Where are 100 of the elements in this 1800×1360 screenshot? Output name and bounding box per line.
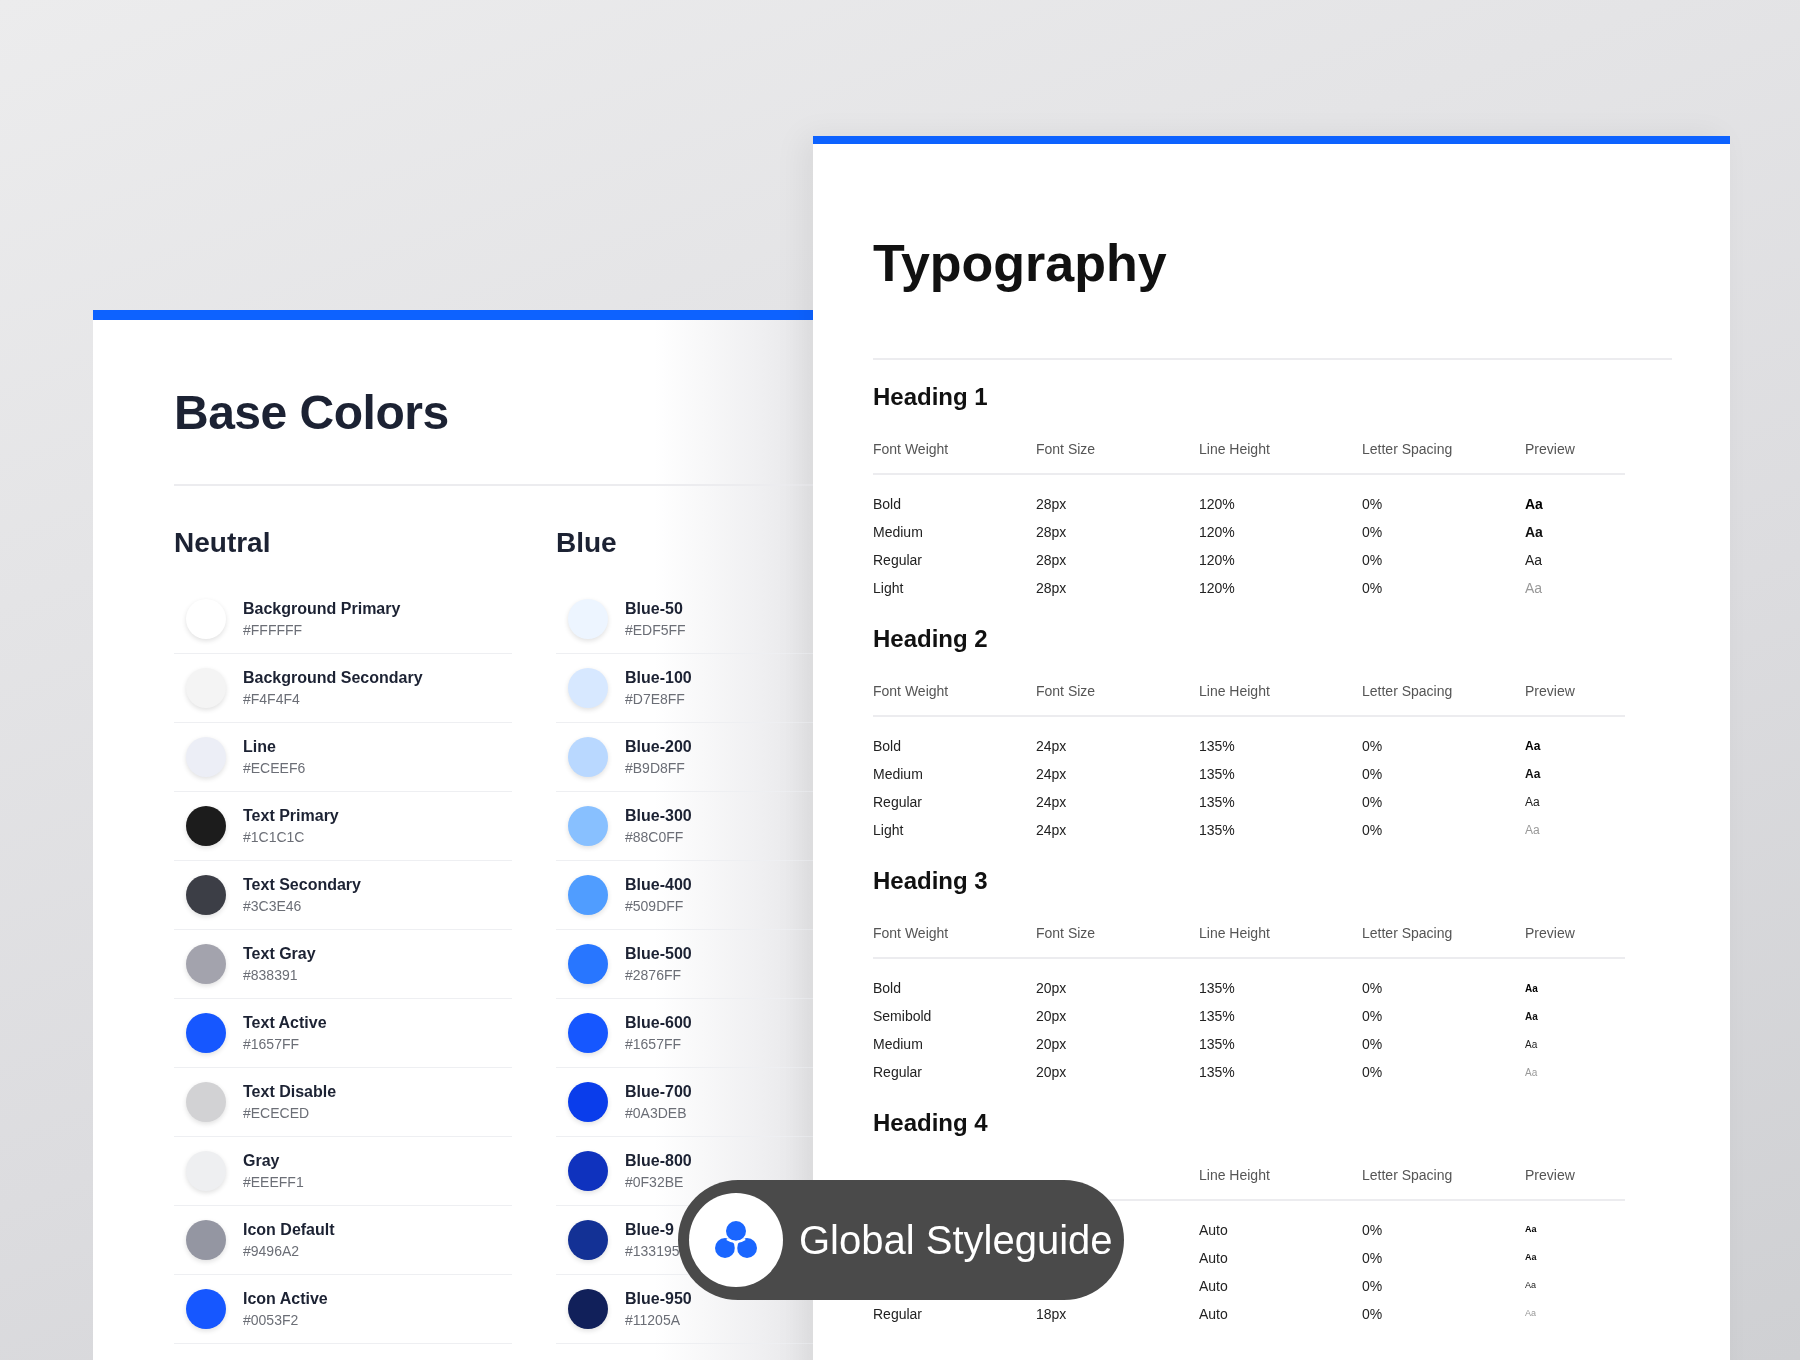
column-header: Letter Spacing	[1362, 923, 1454, 943]
table-cell-text: 20px	[1036, 1062, 1068, 1082]
table-cell-text: 0%	[1362, 820, 1384, 840]
hex-code: #0F32BE	[625, 1173, 685, 1192]
table-cell-text: 0%	[1362, 1304, 1384, 1324]
table-cell-text: 120%	[1199, 550, 1236, 570]
table-cell-text: Bold	[873, 494, 903, 514]
column-header: Letter Spacing	[1362, 681, 1454, 701]
table-cell-text: Regular	[873, 1304, 924, 1324]
table-cell-text: Regular	[873, 1062, 924, 1082]
font-preview: Aa	[1525, 1065, 1539, 1080]
table-cell-text: 20px	[1036, 1034, 1068, 1054]
table-cell-text: 0%	[1362, 494, 1384, 514]
color-name: Blue-300	[625, 806, 692, 826]
table-cell-text: Bold	[873, 978, 903, 998]
table-cell-text: 135%	[1199, 736, 1236, 756]
table-cell-text: Regular	[873, 550, 924, 570]
hex-code: #0A3DEB	[625, 1104, 688, 1123]
font-preview: Aa	[1525, 1037, 1539, 1052]
table-cell-text: 135%	[1199, 792, 1236, 812]
table-cell-text: 0%	[1362, 578, 1384, 598]
table-cell-text: 0%	[1362, 1276, 1384, 1296]
table-cell-text: 28px	[1036, 522, 1068, 542]
color-name: Text Primary	[243, 806, 339, 826]
table-cell-text: 135%	[1199, 978, 1236, 998]
table-cell-text: 0%	[1362, 764, 1384, 784]
color-name: Blue-200	[625, 737, 692, 757]
color-name: Gray	[243, 1151, 281, 1171]
table-cell-text: 0%	[1362, 1062, 1384, 1082]
table-cell-text: Auto	[1199, 1220, 1229, 1240]
hex-code: #88C0FF	[625, 828, 685, 847]
font-preview: Aa	[1525, 794, 1541, 811]
table-cell-text: 120%	[1199, 494, 1236, 514]
font-preview: Aa	[1525, 1307, 1537, 1321]
hex-code: #EEEFF1	[243, 1173, 304, 1192]
color-name: Icon Default	[243, 1220, 335, 1240]
color-name: Text Gray	[243, 944, 316, 964]
table-cell-text: 24px	[1036, 820, 1068, 840]
table-cell-text: 135%	[1199, 820, 1236, 840]
column-header: Line Height	[1199, 923, 1271, 943]
table-cell-text: Auto	[1199, 1276, 1229, 1296]
column-header: Font Size	[1036, 923, 1097, 943]
font-preview: Aa	[1525, 766, 1542, 783]
hex-code: #1657FF	[625, 1035, 683, 1054]
section-heading: Heading 4	[873, 1108, 989, 1138]
table-cell-text: 20px	[1036, 1006, 1068, 1026]
table-cell-text: 28px	[1036, 494, 1068, 514]
table-cell-text: 120%	[1199, 522, 1236, 542]
font-preview: Aa	[1525, 494, 1544, 514]
table-cell-text: 0%	[1362, 550, 1384, 570]
hex-code: #D7E8FF	[625, 690, 686, 709]
table-cell-text: 0%	[1362, 1248, 1384, 1268]
table-cell-text: 135%	[1199, 764, 1236, 784]
page-title: Base Colors	[174, 385, 450, 441]
color-name: Background Secondary	[243, 668, 423, 688]
hex-code: #2876FF	[625, 966, 683, 985]
color-name: Background Primary	[243, 599, 401, 619]
table-cell-text: 135%	[1199, 1006, 1236, 1026]
table-cell-text: Medium	[873, 764, 924, 784]
hex-code: #9496A2	[243, 1242, 301, 1261]
column-header: Preview	[1525, 1165, 1576, 1185]
table-cell-text: Light	[873, 820, 905, 840]
group-title: Neutral	[174, 526, 272, 560]
color-name: Text Disable	[243, 1082, 337, 1102]
color-name: Blue-800	[625, 1151, 692, 1171]
hex-code: #ECEEF6	[243, 759, 306, 778]
column-header: Font Weight	[873, 923, 950, 943]
table-cell-text: Semibold	[873, 1006, 933, 1026]
table-cell-text: 24px	[1036, 764, 1068, 784]
table-cell-text: 0%	[1362, 1220, 1384, 1240]
column-header: Letter Spacing	[1362, 1165, 1454, 1185]
section-heading: Heading 1	[873, 382, 989, 412]
column-header: Font Size	[1036, 439, 1097, 459]
hex-code: #133195	[625, 1242, 680, 1261]
table-cell-text: 0%	[1362, 736, 1384, 756]
table-cell-text: 20px	[1036, 978, 1068, 998]
table-cell-text: 0%	[1362, 1006, 1384, 1026]
color-name: Blue-950	[625, 1289, 692, 1309]
hex-code: #0053F2	[243, 1311, 300, 1330]
hex-code: #509DFF	[625, 897, 685, 916]
column-header: Font Weight	[873, 439, 950, 459]
table-cell-text: Auto	[1199, 1304, 1229, 1324]
column-header: Font Size	[1036, 681, 1097, 701]
table-cell-text: Medium	[873, 522, 924, 542]
font-preview: Aa	[1525, 522, 1544, 542]
hex-code: #ECECED	[243, 1104, 311, 1123]
hex-code: #EDF5FF	[625, 621, 686, 640]
color-name: Line	[243, 737, 277, 757]
column-header: Letter Spacing	[1362, 439, 1454, 459]
hex-code: #838391	[243, 966, 299, 985]
hex-code: #11205A	[625, 1311, 681, 1330]
table-cell-text: 0%	[1362, 522, 1384, 542]
font-preview: Aa	[1525, 738, 1542, 755]
color-name: Blue-50	[625, 599, 684, 619]
color-name: Blue-400	[625, 875, 692, 895]
section-heading: Heading 3	[873, 866, 989, 896]
color-name: Text Active	[243, 1013, 327, 1033]
table-cell-text: Medium	[873, 1034, 924, 1054]
column-header: Line Height	[1199, 1165, 1271, 1185]
column-header: Preview	[1525, 923, 1576, 943]
